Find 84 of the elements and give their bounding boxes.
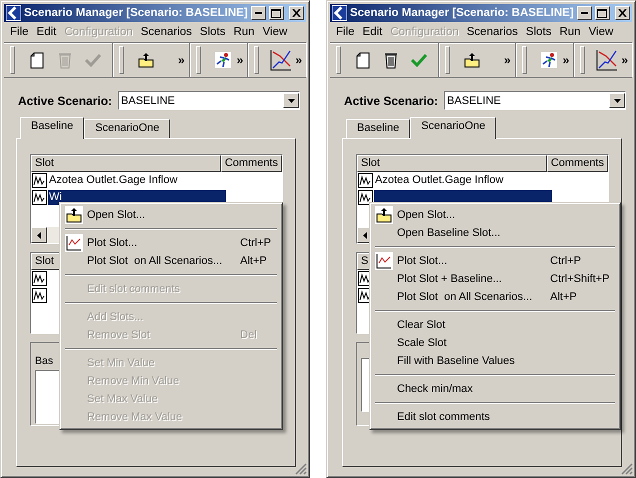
context-menu-item[interactable]: Plot Slot... Ctrl+P — [87, 234, 280, 252]
resize-grip[interactable] — [295, 463, 307, 475]
menu-item[interactable]: Scenarios — [462, 26, 522, 38]
menu-item[interactable]: View — [258, 26, 292, 38]
maximize-icon — [271, 8, 282, 18]
column-header[interactable]: Comments — [546, 155, 608, 172]
folder-up-arrow-icon — [138, 52, 154, 68]
context-menu-item[interactable]: Plot Slot... Ctrl+P — [397, 252, 618, 270]
resize-grip[interactable] — [621, 463, 633, 475]
overflow-chevron[interactable]: » — [178, 53, 185, 67]
group-label: Bas — [35, 355, 54, 367]
new-page-icon — [356, 52, 370, 68]
line-chart-icon — [376, 253, 392, 269]
context-menu-item[interactable]: Check min/max — [397, 380, 618, 398]
menu-item[interactable]: Edit — [32, 26, 60, 38]
left-arrow-icon — [363, 232, 367, 238]
column-header[interactable]: Slot — [31, 155, 221, 172]
overflow-chevron[interactable]: » — [504, 53, 511, 67]
context-menu-item[interactable]: Edit slot comments — [397, 408, 618, 426]
context-menu-item[interactable]: Open Slot... — [397, 206, 618, 224]
folder-up-arrow-icon — [464, 52, 480, 68]
menu-item[interactable]: Slots — [196, 26, 230, 38]
maximize-icon — [597, 8, 608, 18]
active-scenario-label: Active Scenario: — [344, 94, 438, 108]
dropdown-arrow-icon — [614, 98, 620, 102]
minimize-icon — [254, 12, 262, 14]
overflow-chevron[interactable]: » — [562, 53, 570, 67]
tab[interactable]: ScenarioOne — [84, 119, 170, 138]
overflow-chevron[interactable]: » — [236, 53, 244, 67]
close-button[interactable] — [288, 6, 304, 20]
menu-item[interactable]: Run — [555, 26, 585, 38]
dropdown-arrow-icon — [288, 98, 294, 102]
menu-item[interactable]: View — [584, 26, 618, 38]
menu-item[interactable]: Slots — [522, 26, 556, 38]
window-title: Scenario Manager [Scenario: BASELINE] — [24, 7, 248, 19]
context-menu-item[interactable]: Open Baseline Slot... — [397, 224, 618, 242]
overflow-chevron[interactable]: » — [621, 53, 628, 67]
column-header[interactable]: Comments — [220, 155, 282, 172]
close-icon — [618, 9, 627, 17]
context-menu-item[interactable]: Clear Slot — [397, 316, 618, 334]
maximize-button[interactable] — [594, 6, 610, 20]
context-menu-item[interactable]: Plot Slot on All Scenarios... Alt+P — [397, 288, 618, 306]
line-chart-icon — [270, 49, 292, 71]
scenario-dropdown[interactable]: BASELINE — [444, 91, 626, 110]
line-chart-icon — [66, 235, 82, 251]
scenario-dropdown[interactable]: BASELINE — [118, 91, 300, 110]
checkmark-icon — [411, 53, 427, 67]
trash-icon — [58, 51, 72, 69]
slot-name[interactable]: Azotea Outlet.Gage Inflow — [48, 173, 178, 188]
window-title: Scenario Manager [Scenario: BASELINE] — [350, 7, 574, 19]
active-scenario-label: Active Scenario: — [18, 94, 112, 108]
maximize-button[interactable] — [268, 6, 284, 20]
minimize-button[interactable] — [576, 6, 592, 20]
menu-item[interactable]: File — [332, 26, 359, 38]
minimize-button[interactable] — [250, 6, 266, 20]
checkmark-icon — [85, 53, 101, 67]
close-button[interactable] — [614, 6, 630, 20]
runner-icon — [540, 52, 557, 68]
runner-icon — [214, 52, 231, 68]
context-menu-item[interactable]: Plot Slot on All Scenarios... Alt+P — [87, 252, 280, 270]
context-menu-item[interactable]: Scale Slot — [397, 334, 618, 352]
line-chart-icon — [596, 49, 618, 71]
menu-item[interactable]: Run — [229, 26, 259, 38]
menu-item[interactable]: Scenarios — [136, 26, 196, 38]
tab[interactable]: ScenarioOne — [410, 117, 496, 139]
menu-item[interactable]: Edit — [358, 26, 386, 38]
scroll-left-button[interactable] — [31, 227, 47, 243]
column-header[interactable]: Slot — [357, 155, 547, 172]
left-arrow-icon — [37, 232, 41, 238]
context-menu-item[interactable]: Plot Slot + Baseline... Ctrl+Shift+P — [397, 270, 618, 288]
overflow-chevron[interactable]: » — [295, 53, 302, 67]
folder-up-arrow-icon — [376, 207, 392, 223]
menu-item[interactable]: File — [6, 26, 33, 38]
context-menu-item[interactable]: Fill with Baseline Values — [397, 352, 618, 370]
minimize-icon — [580, 12, 588, 14]
slot-name[interactable]: Azotea Outlet.Gage Inflow — [374, 173, 504, 188]
context-menu-item[interactable]: Open Slot... — [87, 206, 280, 224]
tab[interactable]: Baseline — [20, 117, 84, 139]
app-logo-icon — [6, 5, 21, 21]
close-icon — [292, 9, 301, 17]
app-logo-icon — [332, 5, 347, 21]
new-page-icon — [30, 52, 44, 68]
trash-icon — [384, 51, 398, 69]
folder-up-arrow-icon — [66, 207, 82, 223]
